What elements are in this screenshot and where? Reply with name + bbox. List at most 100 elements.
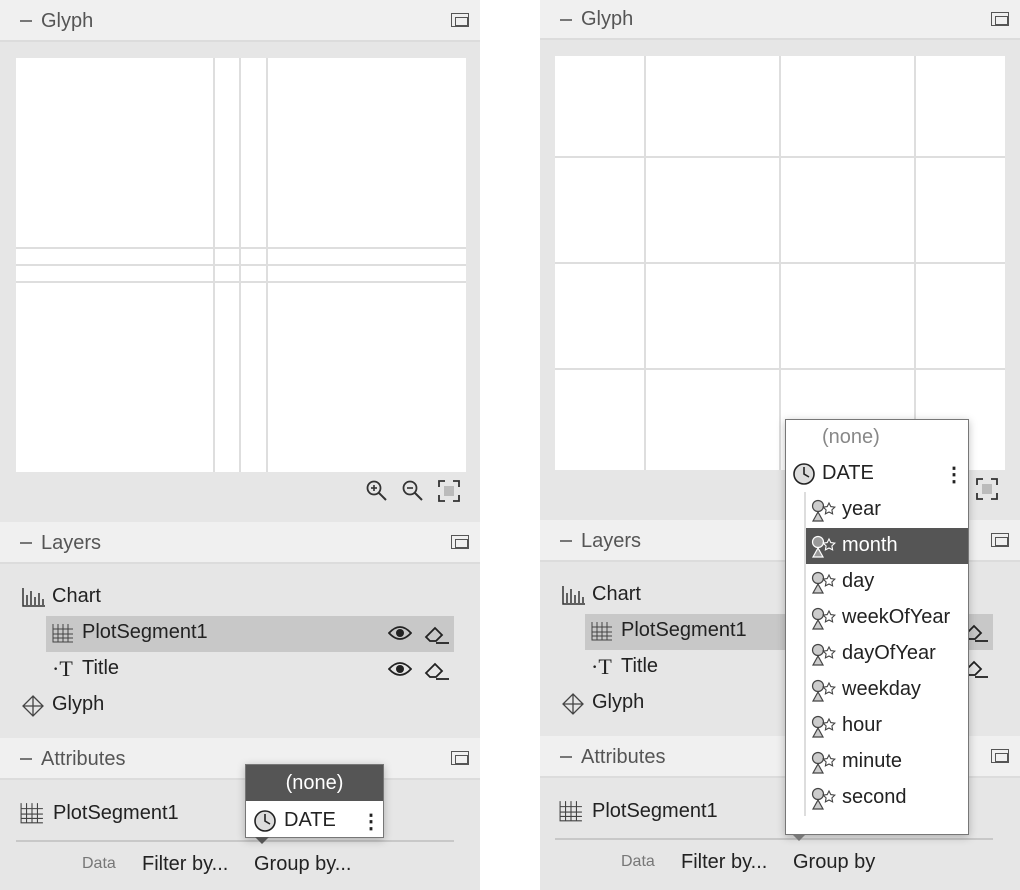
popout-icon[interactable] (991, 749, 1009, 763)
text-icon: ·T (52, 656, 73, 681)
layer-label: PlotSegment1 (621, 619, 747, 641)
option-label: second (842, 786, 907, 808)
right-panel: Glyph Layers Chart PlotSegment1 ·T Title… (540, 0, 1020, 890)
group-by-button[interactable]: Group by... (254, 853, 351, 876)
eraser-icon[interactable] (424, 659, 450, 681)
divider (16, 840, 454, 842)
filter-by-button[interactable]: Filter by... (142, 853, 228, 876)
field-date[interactable]: DATE (822, 462, 874, 485)
minus-icon[interactable] (20, 20, 32, 22)
fit-icon[interactable] (975, 477, 999, 501)
eye-icon[interactable] (388, 625, 412, 641)
option-minute[interactable]: minute (806, 744, 968, 780)
option-label: hour (842, 714, 883, 736)
option-hour[interactable]: hour (806, 708, 968, 744)
group-by-dropdown: (none) DATE ⋮ year month day weekOfYear dayO… (785, 419, 969, 835)
glyph-icon (562, 693, 584, 715)
zoom-in-icon[interactable] (365, 479, 389, 503)
shapes-icon (811, 499, 836, 522)
layers-title: Layers (581, 530, 642, 552)
data-label: Data (82, 855, 116, 872)
shapes-icon (811, 535, 836, 558)
attributes-title: Attributes (581, 746, 666, 768)
plot-segment-icon (20, 803, 43, 824)
popout-icon[interactable] (991, 533, 1009, 547)
layer-glyph[interactable]: Glyph (16, 688, 456, 724)
popout-icon[interactable] (451, 751, 469, 765)
left-panel: Glyph Layers Chart PlotSegment1 ·T Title… (0, 0, 480, 890)
glyph-title: Glyph (581, 8, 634, 30)
layer-label: Title (621, 655, 659, 677)
plot-segment-icon (559, 801, 582, 822)
minus-icon[interactable] (560, 19, 572, 21)
option-weekOfYear[interactable]: weekOfYear (806, 600, 968, 636)
shapes-icon (811, 571, 836, 594)
glyph-title: Glyph (41, 10, 94, 32)
shapes-icon (811, 751, 836, 774)
popout-icon[interactable] (451, 535, 469, 549)
fit-icon[interactable] (437, 479, 461, 503)
layer-label: Title (82, 657, 120, 679)
layer-label: Chart (592, 583, 641, 605)
more-icon[interactable]: ⋮ (944, 462, 964, 487)
glyph-canvas[interactable] (16, 58, 466, 472)
clock-icon (793, 463, 815, 485)
option-month[interactable]: month (806, 528, 968, 564)
layer-label: Chart (52, 585, 101, 607)
option-weekday[interactable]: weekday (806, 672, 968, 708)
attributes-object-name: PlotSegment1 (53, 802, 179, 824)
shapes-icon (811, 715, 836, 738)
option-label: dayOfYear (842, 642, 936, 664)
more-icon[interactable]: ⋮ (361, 809, 381, 834)
field-date[interactable]: DATE (284, 809, 336, 832)
minus-icon[interactable] (560, 540, 572, 542)
option-dayOfYear[interactable]: dayOfYear (806, 636, 968, 672)
text-icon: ·T (591, 654, 612, 679)
plot-segment-icon (591, 622, 612, 641)
clock-icon (254, 810, 276, 832)
group-by-button[interactable]: Group by (793, 851, 875, 874)
minus-icon[interactable] (20, 542, 32, 544)
option-label: minute (842, 750, 903, 772)
option-label: day (842, 570, 875, 592)
option-label: weekOfYear (842, 606, 951, 628)
popout-icon[interactable] (451, 13, 469, 27)
option-day[interactable]: day (806, 564, 968, 600)
option-none[interactable]: (none) (822, 426, 880, 449)
layer-plotsegment[interactable]: PlotSegment1 (46, 616, 454, 652)
chart-icon (22, 588, 45, 607)
dropdown-pointer (792, 834, 806, 841)
attributes-header: Attributes (0, 738, 480, 780)
group-by-popup: (none) DATE ⋮ (245, 764, 384, 838)
attributes-object-name: PlotSegment1 (592, 800, 718, 822)
option-none[interactable]: (none) (246, 765, 383, 801)
glyph-canvas[interactable] (555, 56, 1005, 470)
plot-segment-icon (52, 624, 73, 643)
data-label: Data (621, 853, 655, 870)
glyph-header: Glyph (540, 0, 1020, 40)
shapes-icon (811, 787, 836, 810)
layer-chart[interactable]: Chart (16, 580, 456, 616)
eraser-icon[interactable] (424, 623, 450, 645)
popout-icon[interactable] (991, 12, 1009, 26)
shapes-icon (811, 643, 836, 666)
attributes-title: Attributes (41, 748, 126, 770)
layer-title[interactable]: ·T Title (46, 652, 454, 688)
chart-icon (562, 586, 585, 605)
divider (555, 838, 993, 840)
filter-by-button[interactable]: Filter by... (681, 851, 767, 874)
layers-header: Layers (0, 522, 480, 564)
option-label: month (842, 534, 898, 556)
eye-icon[interactable] (388, 661, 412, 677)
glyph-header: Glyph (0, 0, 480, 42)
minus-icon[interactable] (560, 756, 572, 758)
layers-title: Layers (41, 532, 102, 554)
option-second[interactable]: second (806, 780, 968, 816)
shapes-icon (811, 607, 836, 630)
layer-label: Glyph (592, 691, 645, 713)
glyph-icon (22, 695, 44, 717)
option-year[interactable]: year (806, 492, 968, 528)
minus-icon[interactable] (20, 758, 32, 760)
zoom-out-icon[interactable] (401, 479, 425, 503)
popup-pointer (255, 837, 269, 844)
